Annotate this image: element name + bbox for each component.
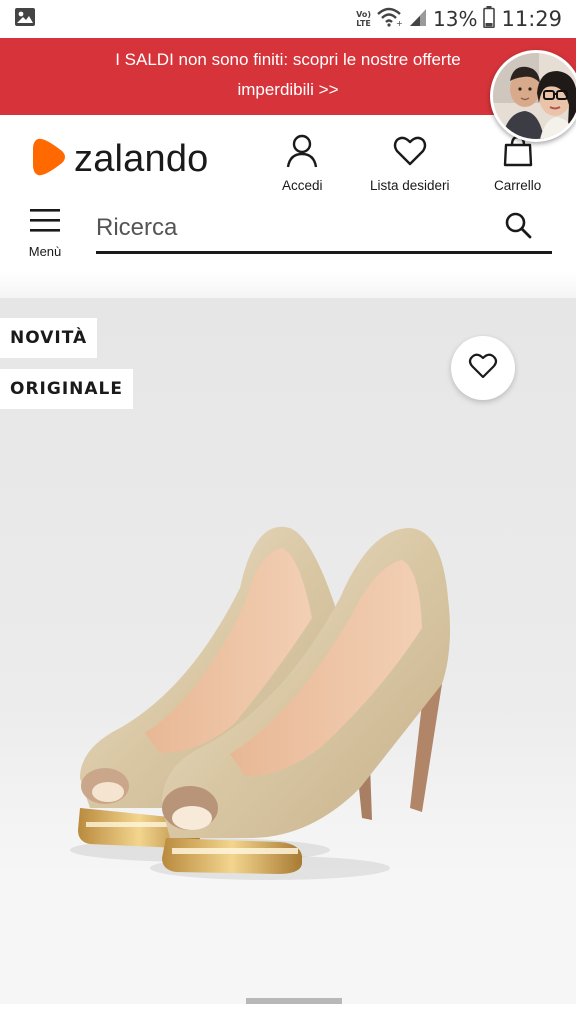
zalando-logo[interactable]: zalando	[32, 137, 209, 181]
svg-text:+: +	[396, 19, 403, 27]
brand-name: zalando	[74, 137, 209, 180]
badge-new: NOVITÀ	[0, 318, 98, 358]
add-to-wishlist-button[interactable]	[451, 336, 515, 400]
promo-banner[interactable]: I SALDI non sono finiti: scopri le nostr…	[0, 38, 576, 115]
heart-icon	[468, 352, 498, 384]
search-field[interactable]	[96, 204, 552, 254]
product-photo-pumps	[50, 508, 470, 892]
user-icon	[284, 133, 320, 172]
status-bar: Vo) LTE + 13% 11:29	[0, 0, 576, 38]
search-icon[interactable]	[504, 211, 532, 243]
gallery-icon	[14, 7, 36, 31]
cart-label: Carrello	[494, 178, 542, 193]
promo-text: I SALDI non sono finiti: scopri le nostr…	[115, 50, 461, 69]
clock: 11:29	[501, 7, 562, 31]
bottom-strip	[0, 1004, 576, 1024]
heart-icon	[392, 133, 428, 172]
login-label: Accedi	[282, 178, 323, 193]
wishlist-label: Lista desideri	[370, 178, 450, 193]
search-bar-row: Menù	[0, 200, 576, 272]
header-divider	[0, 272, 576, 298]
menu-label: Menù	[28, 244, 62, 259]
hamburger-icon	[29, 206, 61, 240]
wishlist-button[interactable]: Lista desideri	[370, 133, 450, 193]
site-header: zalando Accedi Lista desideri Carrello	[0, 115, 576, 200]
battery-icon	[483, 5, 496, 33]
zalando-logo-icon	[32, 137, 68, 181]
wifi-icon: +	[377, 7, 403, 32]
login-button[interactable]: Accedi	[282, 133, 323, 193]
volte-indicator: Vo) LTE	[356, 10, 372, 28]
search-input[interactable]	[96, 208, 496, 248]
product-image-gallery[interactable]: NOVITÀ ORIGINALE	[0, 298, 576, 1004]
gallery-pager-indicator	[246, 998, 342, 1004]
cart-button[interactable]: Carrello	[494, 133, 541, 193]
menu-button[interactable]: Menù	[22, 206, 68, 264]
signal-icon	[409, 7, 427, 32]
chat-head-avatar[interactable]	[490, 50, 576, 142]
battery-percent: 13%	[433, 7, 478, 31]
badge-original: ORIGINALE	[0, 369, 133, 409]
